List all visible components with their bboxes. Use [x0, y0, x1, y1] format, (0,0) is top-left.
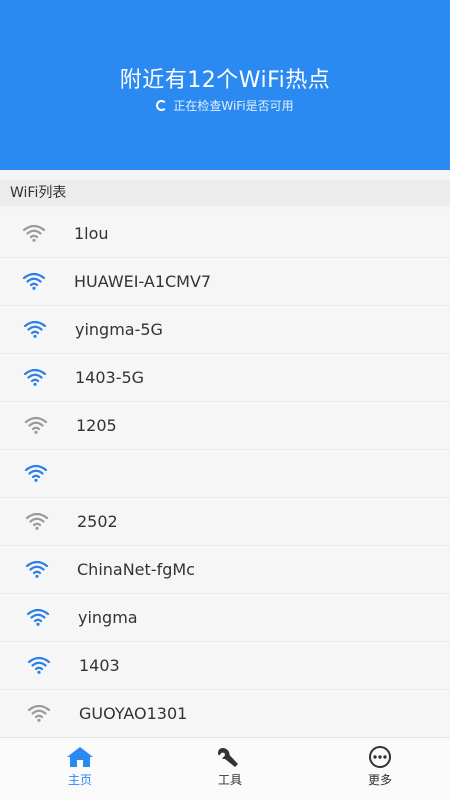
wifi-list-item[interactable]: 1lou: [0, 210, 450, 258]
wifi-ssid: 1205: [76, 416, 117, 435]
wifi-ssid: yingma: [78, 608, 138, 627]
scan-status-text: 正在检查WiFi是否可用: [173, 99, 294, 113]
wifi-ssid: GUOYAO1301: [79, 704, 188, 723]
wrench-icon: [218, 748, 238, 767]
scan-status: 正在检查WiFi是否可用: [0, 97, 450, 114]
wifi-list-item[interactable]: yingma-5G: [0, 306, 450, 354]
wifi-list-item[interactable]: 1403: [0, 642, 450, 690]
wifi-list-item[interactable]: 2502: [0, 498, 450, 546]
wifi-ssid: 2502: [77, 512, 118, 531]
wifi-list-item[interactable]: 1205: [0, 402, 450, 450]
loading-spinner-icon: [156, 100, 168, 111]
wifi-list-item[interactable]: ChinaNet-fgMc: [0, 546, 450, 594]
wifi-list-item[interactable]: GUOYAO1301: [0, 690, 450, 738]
wifi-list-item[interactable]: yingma: [0, 594, 450, 642]
wifi-list-item[interactable]: HUAWEI-A1CMV7: [0, 258, 450, 306]
wifi-weak-icon: [24, 415, 48, 435]
tab-tools-label: 工具: [217, 773, 242, 787]
wifi-strong-icon: [23, 319, 47, 339]
wifi-strong-icon: [25, 559, 49, 579]
wifi-ssid: 1403: [79, 656, 120, 675]
tab-more[interactable]: 更多: [350, 746, 410, 788]
wifi-weak-icon: [25, 511, 49, 531]
wifi-ssid: 1lou: [74, 224, 109, 243]
tab-home-label: 主页: [67, 773, 92, 787]
more-icon: [369, 746, 391, 768]
wifi-ssid: HUAWEI-A1CMV7: [74, 272, 212, 291]
wifi-list-item[interactable]: 1403-5G: [0, 354, 450, 402]
wifi-strong-icon: [23, 367, 47, 387]
tab-tools[interactable]: 工具: [200, 746, 260, 788]
wifi-ssid: yingma-5G: [75, 320, 163, 339]
wifi-strong-icon: [22, 271, 46, 291]
wifi-strong-icon: [24, 463, 48, 483]
wifi-list[interactable]: 1lou HUAWEI-A1CMV7 yingma-5G 1403-5G 120…: [0, 210, 450, 738]
tab-more-label: 更多: [367, 773, 392, 787]
wifi-strong-icon: [27, 655, 51, 675]
wifi-ssid: ChinaNet-fgMc: [77, 560, 195, 579]
header-banner: 附近有12个WiFi热点 正在检查WiFi是否可用: [0, 0, 450, 170]
wifi-strong-icon: [26, 607, 50, 627]
wifi-list-section-title: WiFi列表: [0, 180, 450, 206]
home-icon: [67, 747, 93, 767]
hotspot-count-title: 附近有12个WiFi热点: [119, 68, 331, 93]
wifi-ssid: 1403-5G: [75, 368, 145, 387]
wifi-weak-icon: [27, 703, 51, 723]
wifi-list-item[interactable]: [0, 450, 450, 498]
bottom-tab-bar: 主页 工具 更多: [0, 737, 450, 800]
tab-home[interactable]: 主页: [50, 746, 110, 788]
wifi-weak-icon: [22, 223, 46, 243]
